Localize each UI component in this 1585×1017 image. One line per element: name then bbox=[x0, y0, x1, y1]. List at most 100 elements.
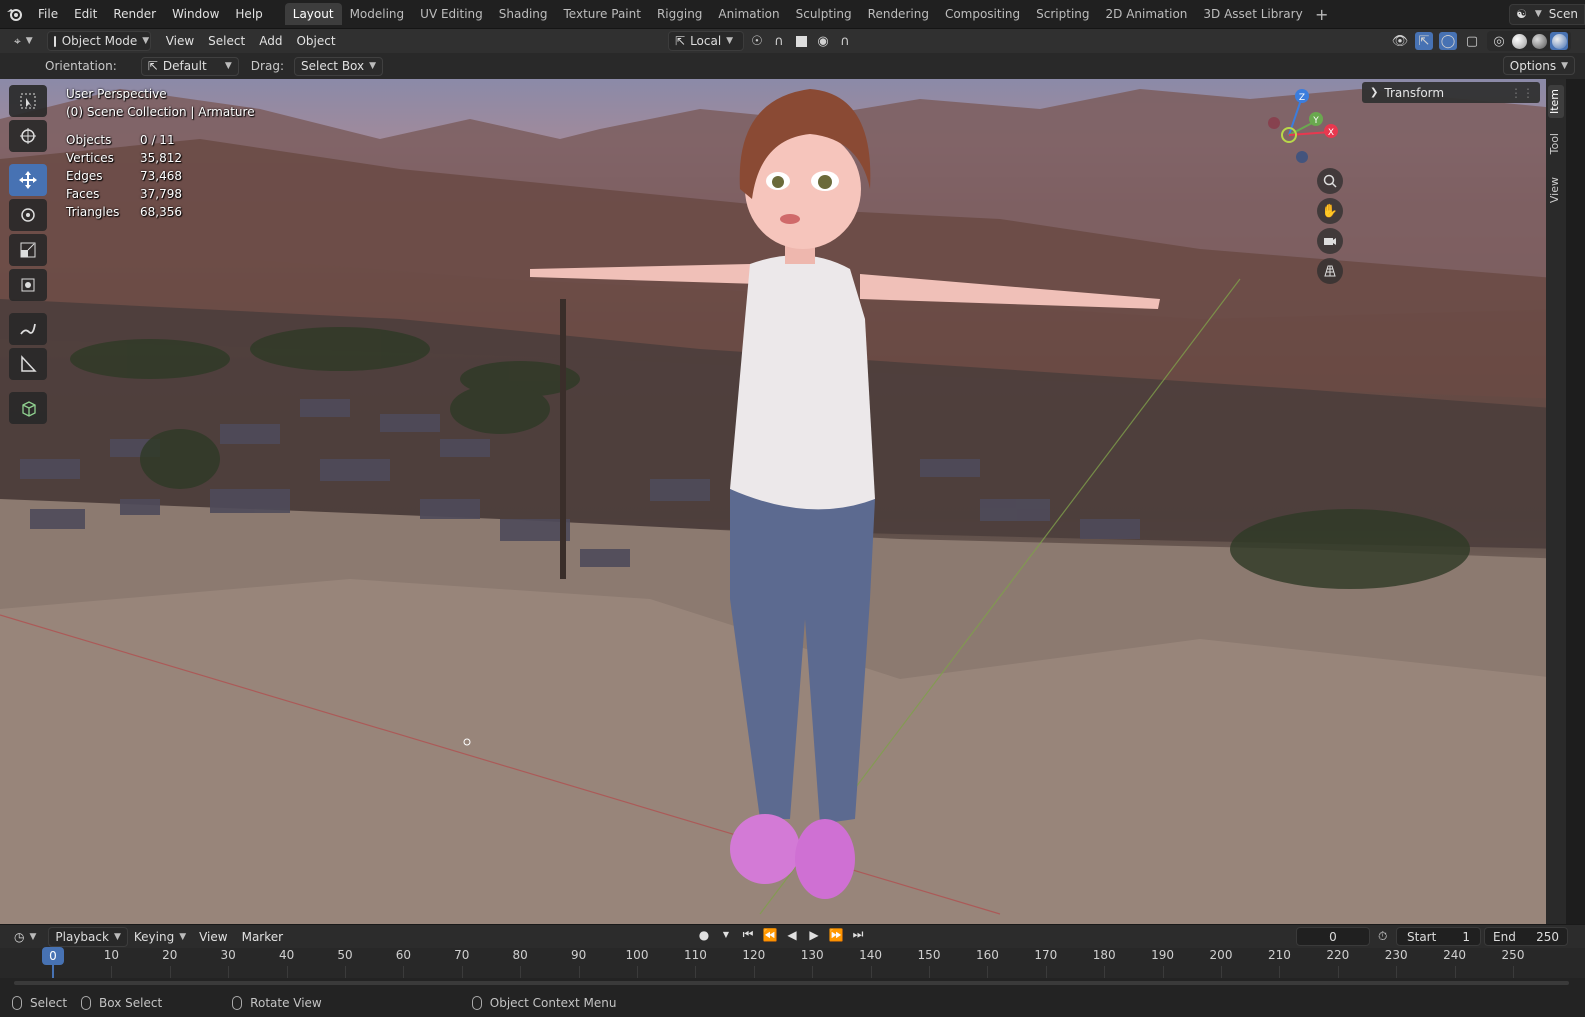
tab-compositing[interactable]: Compositing bbox=[937, 3, 1028, 25]
clock-icon: ◷ bbox=[14, 929, 25, 944]
timeline-tick-line bbox=[1513, 966, 1514, 978]
scale-tool[interactable] bbox=[9, 234, 47, 266]
timeline-menu-view[interactable]: View bbox=[192, 930, 234, 944]
add-workspace-button[interactable]: + bbox=[1311, 5, 1333, 24]
grid-view-icon[interactable] bbox=[1317, 258, 1343, 284]
sidebar-tab-item[interactable]: Item bbox=[1548, 85, 1564, 119]
xray-toggle-icon[interactable]: ▢ bbox=[1463, 32, 1481, 50]
playback-menu[interactable]: Playback ▼ bbox=[48, 926, 128, 947]
header-menu-select[interactable]: Select bbox=[201, 34, 252, 48]
tab-sculpting[interactable]: Sculpting bbox=[788, 3, 860, 25]
tab-modeling[interactable]: Modeling bbox=[342, 3, 413, 25]
jump-start-icon[interactable]: ⏮ bbox=[738, 927, 758, 942]
record-icon[interactable]: ● bbox=[694, 928, 714, 942]
playhead-line bbox=[52, 965, 54, 978]
drag-dropdown[interactable]: Select Box ▼ bbox=[293, 56, 384, 76]
tab-layout[interactable]: Layout bbox=[284, 3, 342, 25]
chevron-down-icon[interactable]: ▼ bbox=[716, 930, 736, 939]
proportional-edit-icon[interactable]: ◉ bbox=[814, 32, 832, 50]
sidebar-tab-tool[interactable]: Tool bbox=[1548, 129, 1564, 158]
tab-uv-editing[interactable]: UV Editing bbox=[412, 3, 491, 25]
header-menu-view[interactable]: View bbox=[159, 34, 201, 48]
options-button[interactable]: Options ▼ bbox=[1502, 56, 1575, 75]
playhead-frame-badge[interactable]: 0 bbox=[42, 947, 64, 965]
transform-panel-header[interactable]: ❯ Transform ⋮⋮ bbox=[1362, 82, 1540, 103]
navigation-gizmo[interactable]: Z Y X bbox=[1262, 87, 1352, 167]
solid-shading-icon[interactable] bbox=[1510, 32, 1528, 50]
transform-tool[interactable] bbox=[9, 269, 47, 301]
chevron-down-icon: ▼ bbox=[113, 931, 121, 942]
header-menu-object[interactable]: Object bbox=[289, 34, 342, 48]
keying-menu[interactable]: Keying ▼ bbox=[128, 927, 192, 947]
chevron-down-icon: ▼ bbox=[25, 36, 33, 46]
tab-2d-animation[interactable]: 2D Animation bbox=[1098, 3, 1196, 25]
annotate-tool[interactable] bbox=[9, 313, 47, 345]
tab-scripting[interactable]: Scripting bbox=[1028, 3, 1097, 25]
stopwatch-icon[interactable]: ⏱ bbox=[1378, 929, 1387, 944]
cursor-tool[interactable] bbox=[9, 120, 47, 152]
menu-help[interactable]: Help bbox=[227, 0, 270, 29]
snap-target-icon[interactable] bbox=[792, 32, 810, 50]
editor-type-button[interactable]: ⌖ ▼ bbox=[8, 31, 39, 51]
timeline-menu-marker[interactable]: Marker bbox=[235, 930, 290, 944]
play-reverse-icon[interactable]: ◀ bbox=[782, 928, 802, 942]
transform-orientation-dropdown[interactable]: ⇱ Local ▼ bbox=[668, 31, 744, 51]
timeline-tick-line bbox=[520, 966, 522, 978]
tab-animation[interactable]: Animation bbox=[710, 3, 787, 25]
snap-magnet-icon[interactable]: ∩ bbox=[770, 32, 788, 50]
stat-value: 73,468 bbox=[140, 169, 182, 183]
character-model[interactable] bbox=[520, 79, 1170, 919]
tab-rendering[interactable]: Rendering bbox=[860, 3, 937, 25]
workspace-tabs: Layout Modeling UV Editing Shading Textu… bbox=[284, 0, 1333, 29]
move-tool[interactable] bbox=[9, 164, 47, 196]
sidebar-tab-view[interactable]: View bbox=[1548, 173, 1564, 207]
play-icon[interactable]: ▶ bbox=[804, 928, 824, 942]
tab-texture-paint[interactable]: Texture Paint bbox=[556, 3, 649, 25]
tab-3d-asset-library[interactable]: 3D Asset Library bbox=[1195, 3, 1310, 25]
current-frame-field[interactable]: 0 bbox=[1296, 927, 1370, 946]
mode-selector[interactable]: Object Mode ▼ bbox=[46, 31, 151, 51]
playback-label: Playback bbox=[55, 929, 109, 944]
timeline-editor-type-button[interactable]: ◷ ▼ bbox=[8, 927, 42, 947]
timeline-tick-line bbox=[578, 966, 580, 978]
next-keyframe-icon[interactable]: ⏩ bbox=[826, 928, 846, 942]
prev-keyframe-icon[interactable]: ⏪ bbox=[760, 928, 780, 942]
header-menu-add[interactable]: Add bbox=[252, 34, 289, 48]
visibility-eye-icon[interactable]: 👁 bbox=[1391, 32, 1409, 50]
tab-rigging[interactable]: Rigging bbox=[649, 3, 710, 25]
tab-shading[interactable]: Shading bbox=[491, 3, 556, 25]
rotate-tool[interactable] bbox=[9, 199, 47, 231]
rendered-shading-icon[interactable] bbox=[1550, 32, 1568, 50]
measure-tool[interactable] bbox=[9, 348, 47, 380]
timeline-tick-label: 130 bbox=[800, 948, 824, 962]
timeline-scrollbar-thumb[interactable] bbox=[14, 981, 1569, 985]
falloff-curve-icon[interactable]: ∩ bbox=[836, 32, 854, 50]
gizmo-toggle-icon[interactable]: ⇱ bbox=[1415, 32, 1433, 50]
blender-logo-icon[interactable] bbox=[0, 0, 30, 29]
camera-icon[interactable] bbox=[1317, 228, 1343, 254]
scene-selector[interactable]: ☯ ▼ Scen bbox=[1509, 3, 1585, 25]
drag-handle-icon[interactable]: ⋮⋮ bbox=[1510, 86, 1534, 100]
select-box-tool[interactable] bbox=[9, 85, 47, 117]
add-cube-tool[interactable] bbox=[9, 392, 47, 424]
menu-window[interactable]: Window bbox=[164, 0, 227, 29]
mode-label: Object Mode bbox=[61, 34, 138, 48]
pivot-point-icon[interactable]: ☉ bbox=[748, 32, 766, 50]
jump-end-icon[interactable]: ⏭ bbox=[848, 927, 868, 942]
overlay-toggle-icon[interactable]: ◯ bbox=[1439, 32, 1457, 50]
start-frame-field[interactable]: Start 1 bbox=[1396, 927, 1481, 946]
timeline-ruler[interactable]: 0 10 20 30 40 50 60 70 80 90 100 110 120 130 140 150 16… bbox=[0, 947, 1585, 978]
orientation-dropdown[interactable]: ⇱ Default ▼ bbox=[140, 56, 239, 76]
timeline-scrollbar[interactable] bbox=[0, 978, 1585, 988]
zoom-icon[interactable] bbox=[1317, 168, 1343, 194]
timeline-tick-label: 190 bbox=[1151, 948, 1175, 962]
menu-file[interactable]: File bbox=[30, 0, 66, 29]
menu-edit[interactable]: Edit bbox=[66, 0, 105, 29]
timeline-tick-line bbox=[987, 966, 989, 978]
end-frame-field[interactable]: End 250 bbox=[1484, 927, 1568, 946]
menu-render[interactable]: Render bbox=[105, 0, 164, 29]
pan-hand-icon[interactable]: ✋ bbox=[1317, 198, 1343, 224]
wireframe-shading-icon[interactable]: ◎ bbox=[1490, 32, 1508, 50]
3d-viewport[interactable]: User Perspective (0) Scene Collection | … bbox=[0, 79, 1566, 924]
material-shading-icon[interactable] bbox=[1530, 32, 1548, 50]
